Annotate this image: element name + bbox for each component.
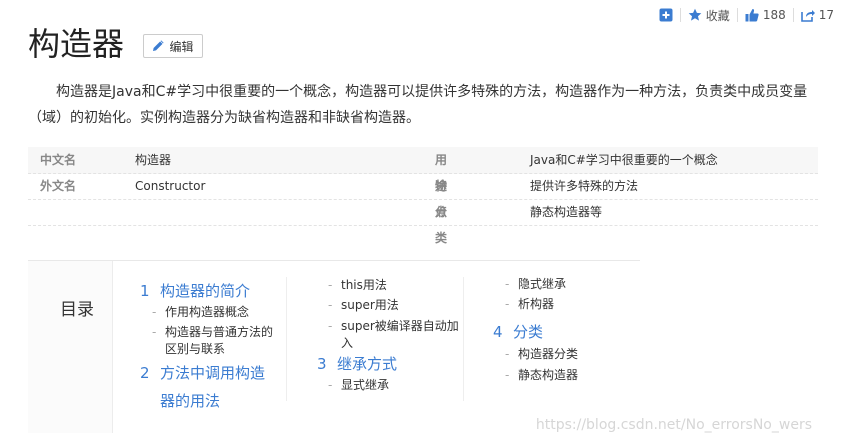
catalog: 目录 1构造器的简介 作用构造器概念 构造器与普通方法的 区别与联系 2方法中调… [28, 260, 640, 433]
info-row: 分 类 静态构造器等 [28, 199, 818, 245]
catalog-section-4[interactable]: 4 分类 [493, 320, 543, 344]
catalog-section-1[interactable]: 1 构造器的简介 [140, 279, 250, 303]
catalog-sidebar: 目录 [28, 261, 113, 433]
info-value: Java和C#学习中很重要的一个概念 [530, 153, 718, 167]
info-value: Constructor [135, 179, 206, 193]
summary-paragraph: 构造器是Java和C#学习中很重要的一个概念，构造器可以提供许多特殊的方法，构造… [28, 84, 808, 126]
like-button[interactable]: 188 [745, 8, 786, 22]
info-label: 特 点 [435, 179, 458, 219]
catalog-item[interactable]: 静态构造器 [505, 367, 578, 384]
divider [736, 8, 738, 22]
page-title: 构造器 [28, 25, 125, 63]
add-button[interactable] [659, 8, 673, 22]
catalog-item[interactable]: 隐式继承 [505, 276, 566, 293]
info-label: 分 类 [435, 205, 458, 245]
catalog-item[interactable]: super被编译器自动加 入 [328, 318, 459, 352]
catalog-section-3[interactable]: 3 继承方式 [317, 352, 397, 376]
pencil-icon [152, 40, 165, 52]
like-count: 188 [762, 8, 786, 22]
divider [792, 8, 794, 22]
watermark: https://blog.csdn.net/No_errorsNo_wers [535, 417, 812, 433]
share-count: 17 [818, 8, 834, 22]
edit-label: 编辑 [169, 39, 194, 54]
info-label: 中文名 [40, 153, 77, 167]
info-value: 静态构造器等 [530, 205, 603, 219]
info-row: 外文名 Constructor 特 点 提供许多特殊的方法 [28, 173, 818, 219]
star-icon [688, 8, 702, 22]
catalog-item[interactable]: this用法 [328, 277, 387, 294]
article-actions: 收藏 188 17 [659, 6, 834, 24]
info-label: 用 途 [435, 153, 458, 193]
catalog-section-2[interactable]: 2 方法中调用构造 器的用法 [140, 359, 265, 415]
plus-square-icon [659, 8, 673, 22]
catalog-item[interactable]: 作用构造器概念 [152, 304, 249, 321]
edit-button[interactable]: 编辑 [143, 34, 203, 58]
catalog-item[interactable]: super用法 [328, 297, 399, 314]
catalog-item[interactable]: 析构器 [505, 296, 554, 313]
catalog-item[interactable]: 显式继承 [328, 377, 389, 394]
info-label: 外文名 [40, 179, 77, 193]
column-divider [463, 277, 464, 401]
column-divider [286, 277, 287, 401]
catalog-item[interactable]: 构造器与普通方法的 区别与联系 [152, 324, 273, 358]
info-row: 中文名 构造器 用 途 Java和C#学习中很重要的一个概念 [28, 147, 818, 193]
info-value: 构造器 [135, 153, 172, 167]
share-icon [800, 8, 815, 22]
info-value: 提供许多特殊的方法 [530, 179, 639, 193]
catalog-label: 目录 [60, 300, 94, 320]
divider [679, 8, 681, 22]
share-button[interactable]: 17 [800, 8, 834, 22]
favorite-button[interactable]: 收藏 [688, 7, 730, 24]
favorite-label: 收藏 [705, 8, 730, 23]
thumbs-up-icon [745, 8, 759, 22]
catalog-item[interactable]: 构造器分类 [505, 346, 578, 363]
